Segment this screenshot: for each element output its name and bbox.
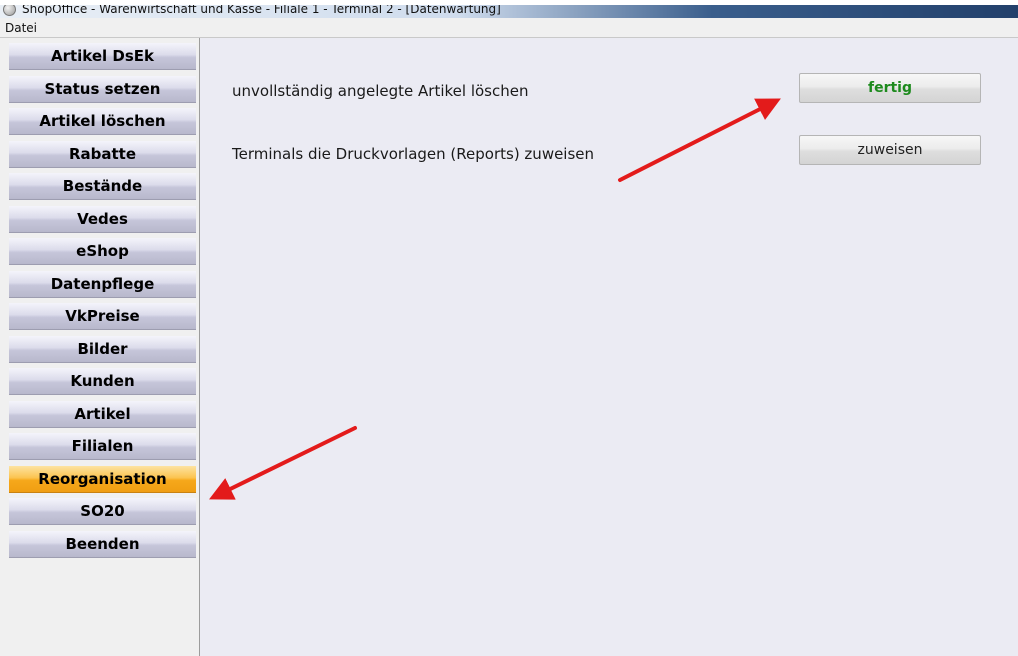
menu-item-datei[interactable]: Datei bbox=[0, 21, 42, 35]
nav-artikel-dsek[interactable]: Artikel DsEk bbox=[9, 43, 196, 70]
cropped-caption-strip bbox=[0, 0, 1018, 5]
fertig-button[interactable]: fertig bbox=[799, 73, 981, 103]
nav-rabatte[interactable]: Rabatte bbox=[9, 141, 196, 168]
nav-so20[interactable]: SO20 bbox=[9, 498, 196, 525]
nav-vkpreise[interactable]: VkPreise bbox=[9, 303, 196, 330]
nav-beenden[interactable]: Beenden bbox=[9, 531, 196, 558]
nav-datenpflege[interactable]: Datenpflege bbox=[9, 271, 196, 298]
nav-bilder[interactable]: Bilder bbox=[9, 336, 196, 363]
main-content-panel: unvollständig angelegte Artikel löschen … bbox=[200, 38, 1018, 656]
nav-filialen[interactable]: Filialen bbox=[9, 433, 196, 460]
zuweisen-button[interactable]: zuweisen bbox=[799, 135, 981, 165]
sidebar-nav: Artikel DsEk Status setzen Artikel lösch… bbox=[0, 38, 200, 656]
row-label-assign-reports: Terminals die Druckvorlagen (Reports) zu… bbox=[232, 145, 595, 163]
nav-artikel[interactable]: Artikel bbox=[9, 401, 196, 428]
nav-kunden[interactable]: Kunden bbox=[9, 368, 196, 395]
nav-vedes[interactable]: Vedes bbox=[9, 206, 196, 233]
nav-bestaende[interactable]: Bestände bbox=[9, 173, 196, 200]
nav-status-setzen[interactable]: Status setzen bbox=[9, 76, 196, 103]
menu-bar: Datei bbox=[0, 18, 1018, 38]
nav-artikel-loeschen[interactable]: Artikel löschen bbox=[9, 108, 196, 135]
row-label-incomplete-articles: unvollständig angelegte Artikel löschen bbox=[232, 82, 529, 100]
nav-reorganisation[interactable]: Reorganisation bbox=[9, 466, 196, 493]
nav-eshop[interactable]: eShop bbox=[9, 238, 196, 265]
